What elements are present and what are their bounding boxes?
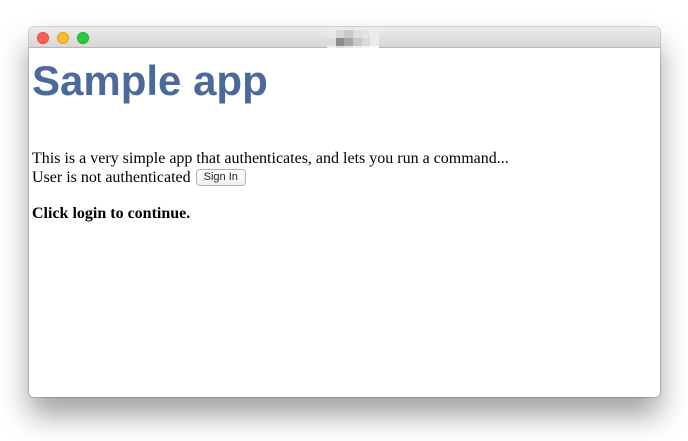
page-title: Sample app (32, 57, 268, 104)
minimize-window-button[interactable] (57, 32, 69, 44)
maximize-window-button[interactable] (77, 32, 89, 44)
auth-status-text: User is not authenticated (32, 169, 191, 186)
login-prompt: Click login to continue. (32, 205, 191, 222)
app-description: This is a very simple app that authentic… (32, 150, 509, 167)
screen: Sample app This is a very simple app tha… (0, 0, 688, 441)
sign-in-button[interactable]: Sign In (195, 169, 246, 186)
title-bar[interactable] (29, 27, 660, 54)
auth-status-row: User is not authenticated Sign In (32, 168, 246, 187)
close-window-button[interactable] (37, 32, 49, 44)
